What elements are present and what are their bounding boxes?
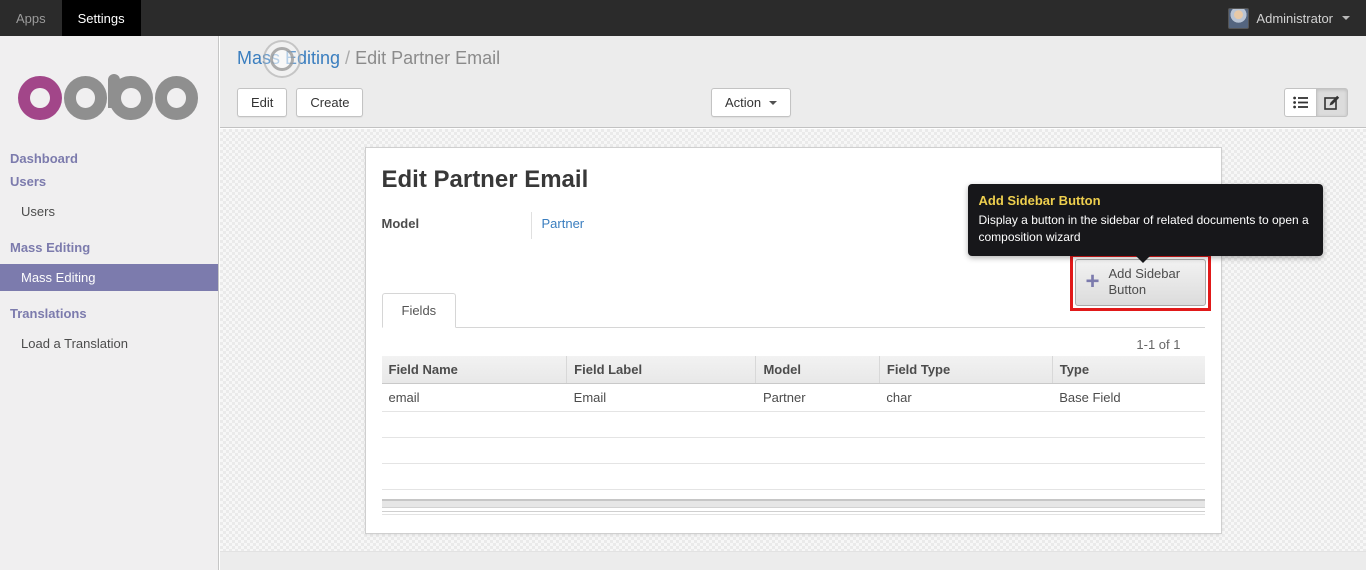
list-icon [1292,96,1308,109]
action-dropdown-button[interactable]: Action [711,88,792,117]
col-header-field-name[interactable]: Field Name [381,356,567,384]
view-switcher [1284,88,1348,117]
tooltip-title: Add Sidebar Button [978,193,1101,208]
cell-field-type: char [879,383,1053,412]
empty-row [381,411,1205,438]
menu-tab-apps[interactable]: Apps [0,0,62,36]
list-pager: 1-1 of 1 [1136,337,1181,352]
app-sidebar: Dashboard Users Users Mass Editing Mass … [0,36,219,570]
sidebar-heading-dashboard[interactable]: Dashboard [0,148,218,169]
logo-letter-d [63,74,120,120]
form-edit-icon [1324,95,1340,110]
top-menu-bar: Apps Settings Administrator [0,0,1366,36]
caret-down-icon [769,100,778,105]
plus-icon: + [1085,268,1100,296]
user-avatar [1228,7,1250,29]
horizontal-scrollbar[interactable] [381,499,1205,508]
tooltip-body: Display a button in the sidebar of relat… [978,213,1309,244]
odoo-logo [18,62,200,120]
empty-row [381,463,1205,490]
empty-row [381,437,1205,464]
table-footer-line [381,514,1205,515]
breadcrumb: Mass Editing / Edit Partner Email [220,36,1366,69]
fields-table-header-row: Field Name Field Label Model Field Type … [381,356,1205,384]
cell-model: Partner [755,383,880,412]
form-view-button[interactable] [1316,88,1348,117]
model-partner-link[interactable]: Partner [542,216,585,231]
main-area: Mass Editing / Edit Partner Email Edit Cre… [220,36,1366,570]
col-header-field-label[interactable]: Field Label [566,356,756,384]
model-field-value: Partner [530,212,751,239]
form-sheet: Edit Partner Email Model Partner Add Sid… [364,147,1323,534]
create-button[interactable]: Create [296,88,364,117]
bottom-strip [220,551,1366,570]
sidebar-item-mass-editing[interactable]: Mass Editing [0,264,218,291]
control-panel: Mass Editing / Edit Partner Email Edit Cre… [220,36,1366,128]
table-row[interactable]: email Email Partner char Base Field [381,383,1205,412]
sidebar-heading-users[interactable]: Users [0,171,218,192]
sidebar-heading-mass-editing[interactable]: Mass Editing [0,237,218,258]
fields-table: Field Name Field Label Model Field Type … [381,356,1205,490]
action-label: Action [725,95,762,110]
table-footer-line [381,511,1205,512]
logo-letter-o3 [154,76,198,120]
user-name: Administrator [1256,10,1333,26]
breadcrumb-current: Edit Partner Email [355,48,501,68]
col-header-field-type[interactable]: Field Type [878,356,1053,384]
sidebar-heading-translations[interactable]: Translations [0,303,218,324]
user-menu[interactable]: Administrator [1212,0,1366,36]
menu-tab-settings[interactable]: Settings [61,0,141,36]
logo-letter-o1 [18,76,62,120]
settings-label: Settings [77,10,125,26]
sidebar-item-load-translation[interactable]: Load a Translation [0,330,218,357]
model-field-label: Model [381,216,420,231]
add-sidebar-button[interactable]: + Add Sidebar Button [1074,259,1206,306]
col-header-type[interactable]: Type [1051,356,1205,384]
cell-field-name: email [381,383,567,412]
sidebar-item-users[interactable]: Users [0,198,218,225]
breadcrumb-separator: / [345,48,351,68]
form-buttons: Edit Create [237,88,364,117]
col-header-model[interactable]: Model [755,356,880,384]
loading-spinner-inner [270,47,294,71]
tooltip-arrow-icon [1135,255,1150,263]
tooltip-popup: Add Sidebar Button Display a button in t… [967,184,1323,263]
edit-button[interactable]: Edit [237,88,288,117]
apps-label: Apps [16,10,46,26]
cell-field-label: Email [566,383,756,412]
cell-type: Base Field [1052,383,1205,412]
caret-down-icon [1342,16,1350,20]
add-sidebar-button-label: Add Sidebar Button [1108,266,1181,298]
list-view-button[interactable] [1284,88,1316,117]
sidebar-menu: Dashboard Users Users Mass Editing Mass … [0,148,218,357]
logo-d-stem [107,74,120,108]
loading-spinner-icon [263,40,301,78]
content-background: Edit Partner Email Model Partner Add Sid… [220,129,1366,570]
tab-fields[interactable]: Fields [381,293,457,328]
